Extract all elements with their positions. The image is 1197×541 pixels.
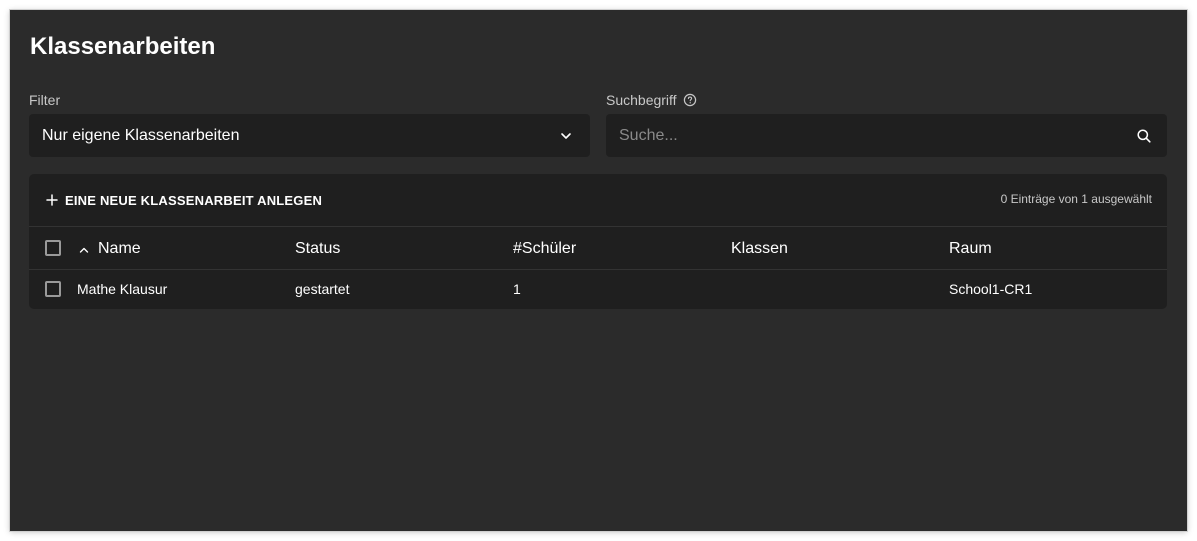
exams-table: EINE NEUE KLASSENARBEIT ANLEGEN 0 Einträ… [29, 174, 1167, 309]
add-exam-button-label: EINE NEUE KLASSENARBEIT ANLEGEN [65, 192, 323, 208]
cell-students: 1 [513, 281, 521, 297]
row-checkbox[interactable] [45, 281, 61, 297]
filter-label: Filter [29, 92, 61, 108]
select-all-checkbox[interactable] [45, 240, 61, 256]
chevron-down-icon [561, 133, 571, 139]
app-window: Klassenarbeiten Filter Nur eigene Klasse… [10, 10, 1187, 531]
search-label-wrap: Suchbegriff [606, 91, 697, 109]
search-box [606, 114, 1167, 157]
table-header-row: Name Status #Schüler Klassen Raum [29, 226, 1167, 270]
add-exam-button[interactable]: EINE NEUE KLASSENARBEIT ANLEGEN [46, 189, 322, 211]
column-header-classes[interactable]: Klassen [731, 239, 788, 259]
sort-up-icon[interactable] [79, 245, 89, 255]
search-label: Suchbegriff [606, 92, 677, 108]
column-header-room[interactable]: Raum [949, 239, 992, 259]
cell-status: gestartet [295, 281, 350, 297]
search-input[interactable] [619, 124, 1119, 148]
table-row[interactable]: Mathe Klausur gestartet 1 School1-CR1 [29, 269, 1167, 309]
plus-icon [46, 194, 58, 206]
cell-name: Mathe Klausur [77, 281, 168, 297]
table-toolbar: EINE NEUE KLASSENARBEIT ANLEGEN 0 Einträ… [29, 174, 1167, 226]
help-circle-icon[interactable] [683, 93, 697, 107]
search-icon[interactable] [1136, 128, 1152, 144]
filter-selected-value: Nur eigene Klassenarbeiten [42, 127, 240, 144]
filter-select[interactable]: Nur eigene Klassenarbeiten [29, 114, 590, 157]
column-header-name[interactable]: Name [98, 239, 141, 259]
column-header-status[interactable]: Status [295, 239, 340, 259]
selection-info: 0 Einträge von 1 ausgewählt [1000, 192, 1152, 206]
column-header-students[interactable]: #Schüler [513, 239, 576, 259]
page-title: Klassenarbeiten [30, 33, 216, 60]
cell-room: School1-CR1 [949, 281, 1033, 297]
